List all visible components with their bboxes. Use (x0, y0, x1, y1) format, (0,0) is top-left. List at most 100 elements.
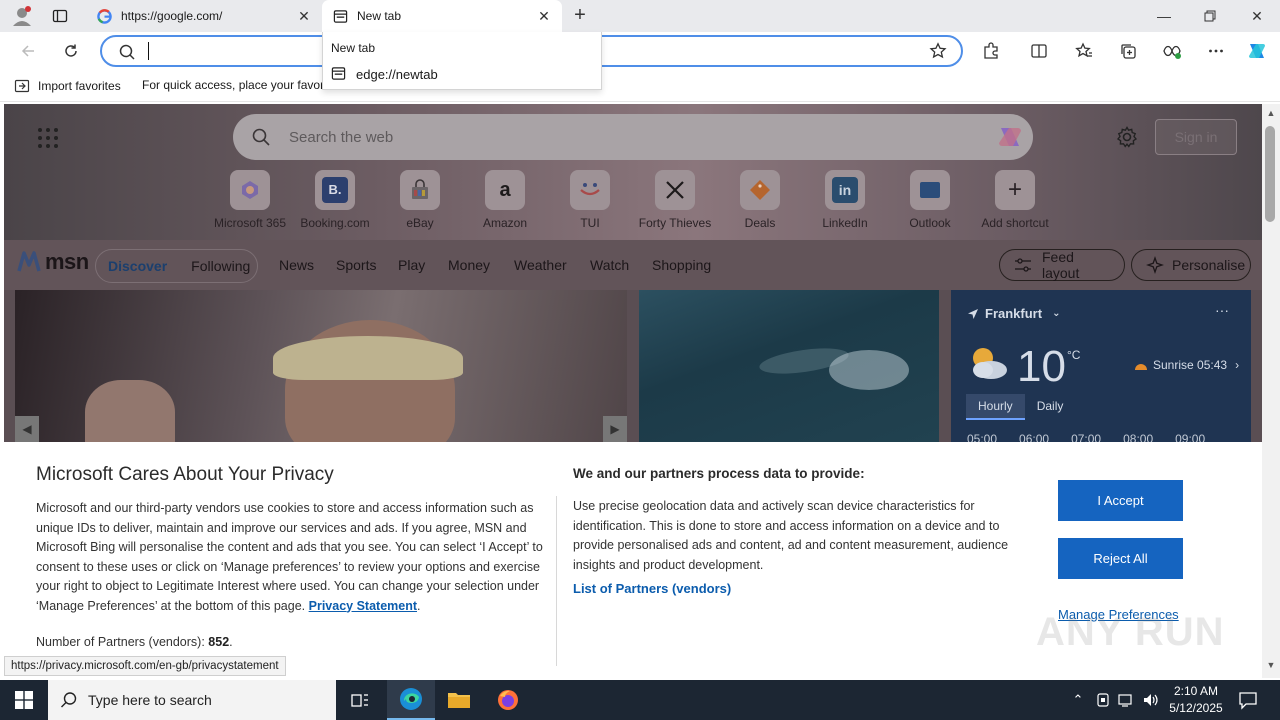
close-tab-icon[interactable]: ✕ (296, 8, 312, 24)
shortcut-booking[interactable]: B. Booking.com (295, 170, 375, 230)
taskbar-search-box[interactable]: Type here to search (48, 680, 336, 720)
close-tab-icon[interactable]: ✕ (536, 8, 552, 24)
msn-logo[interactable]: msn (16, 249, 89, 275)
partners-list-link[interactable]: List of Partners (vendors) (573, 581, 731, 596)
collections-icon[interactable] (1117, 40, 1139, 62)
shortcut-add[interactable]: + Add shortcut (975, 170, 1055, 230)
weather-card[interactable]: Frankfurt ⌄ ··· 10 °C Sunrise 05:43 › Ho… (951, 290, 1251, 442)
tab-google[interactable]: https://google.com/ ✕ (86, 0, 322, 32)
personalise-button[interactable]: Personalise (1131, 249, 1251, 281)
nav-news[interactable]: News (279, 257, 314, 273)
browser-essentials-icon[interactable] (1161, 40, 1183, 62)
network-icon[interactable] (1117, 690, 1137, 710)
profile-avatar-icon[interactable] (10, 4, 34, 28)
nav-weather[interactable]: Weather (514, 257, 567, 273)
scroll-thumb[interactable] (1265, 126, 1275, 222)
nav-shopping[interactable]: Shopping (652, 257, 711, 273)
scroll-up-icon[interactable]: ▲ (1265, 108, 1277, 120)
new-tab-page-icon (331, 66, 347, 82)
weather-location[interactable]: Frankfurt ⌄ (967, 306, 1060, 321)
card-image-hand (85, 380, 175, 442)
hourly-forecast: 05:00 06:00 07:00 08:00 09:00 (967, 432, 1206, 442)
search-icon (60, 691, 78, 709)
new-tab-button[interactable]: + (568, 4, 592, 28)
new-tab-page-icon (332, 8, 348, 24)
weather-tab-daily[interactable]: Daily (1025, 394, 1076, 420)
weather-tabs: Hourly Daily (966, 394, 1075, 420)
file-explorer-icon[interactable] (435, 680, 483, 720)
shortcut-forty-thieves[interactable]: Forty Thieves (635, 170, 715, 230)
windows-taskbar: Type here to search ⌃ 2:10 AM 5/12/2025 (0, 680, 1280, 720)
tab-actions-icon[interactable] (48, 4, 72, 28)
shortcut-deals[interactable]: Deals (720, 170, 800, 230)
privacy-statement-link[interactable]: Privacy Statement (309, 599, 417, 613)
extensions-puzzle-icon[interactable] (980, 40, 1002, 62)
favorites-star-icon[interactable] (1073, 40, 1095, 62)
app-launcher-grid-icon[interactable] (38, 128, 58, 148)
tray-overflow-chevron-icon[interactable]: ⌃ (1068, 690, 1088, 710)
more-options-icon[interactable]: ··· (1215, 302, 1229, 318)
firefox-icon[interactable] (484, 680, 532, 720)
task-view-icon[interactable] (336, 680, 384, 720)
page-scrollbar[interactable]: ▲ ▼ (1262, 104, 1280, 678)
tab-title: New tab (357, 9, 402, 23)
split-screen-icon[interactable] (1028, 40, 1050, 62)
import-icon (14, 78, 30, 94)
web-search-box[interactable] (233, 114, 1033, 160)
nav-watch[interactable]: Watch (590, 257, 629, 273)
tab-following[interactable]: Following (191, 258, 250, 274)
refresh-icon[interactable] (58, 38, 84, 64)
tray-device-icon[interactable] (1093, 690, 1113, 710)
msn-butterfly-icon (16, 249, 42, 275)
shortcut-linkedin[interactable]: in LinkedIn (805, 170, 885, 230)
windows-start-icon[interactable] (0, 680, 48, 720)
microsoft-365-icon (230, 170, 270, 210)
shortcut-outlook[interactable]: Outlook (890, 170, 970, 230)
sunrise-info[interactable]: Sunrise 05:43 › (1133, 358, 1239, 372)
tab-discover[interactable]: Discover (108, 258, 167, 274)
reject-all-button[interactable]: Reject All (1058, 538, 1183, 579)
web-search-input[interactable] (289, 127, 969, 147)
search-icon (118, 43, 136, 61)
copilot-icon[interactable] (1246, 40, 1268, 62)
feed-layout-button[interactable]: Feed layout (999, 249, 1125, 281)
scroll-down-icon[interactable]: ▼ (1265, 660, 1277, 672)
sign-in-button[interactable]: Sign in (1155, 119, 1237, 155)
volume-icon[interactable] (1141, 690, 1161, 710)
nav-money[interactable]: Money (448, 257, 490, 273)
shortcut-amazon[interactable]: a Amazon (465, 170, 545, 230)
close-window-icon[interactable]: ✕ (1234, 0, 1280, 32)
taskbar-clock[interactable]: 2:10 AM 5/12/2025 (1163, 683, 1229, 717)
copilot-icon[interactable] (995, 122, 1025, 152)
outlook-icon (910, 170, 950, 210)
import-favorites-button[interactable]: Import favorites (14, 78, 121, 94)
news-card-tennis[interactable]: ◀ ▶ (15, 290, 627, 442)
nav-play[interactable]: Play (398, 257, 425, 273)
restore-icon[interactable] (1187, 0, 1233, 32)
carousel-next-icon[interactable]: ▶ (603, 416, 627, 442)
tab-new-tab[interactable]: New tab ✕ (322, 0, 562, 32)
back-arrow-icon[interactable] (15, 38, 41, 64)
page-settings-gear-icon[interactable] (1115, 125, 1139, 149)
weather-tab-hourly[interactable]: Hourly (966, 394, 1025, 420)
search-icon (251, 127, 271, 147)
minimize-icon[interactable]: — (1141, 0, 1187, 32)
sparkle-icon (1146, 256, 1164, 274)
carousel-prev-icon[interactable]: ◀ (15, 416, 39, 442)
accept-button[interactable]: I Accept (1058, 480, 1183, 521)
suggestion-item[interactable]: edge://newtab (331, 66, 438, 82)
add-favorite-star-icon[interactable] (929, 42, 947, 60)
shortcut-ebay[interactable]: eBay (380, 170, 460, 230)
edge-taskbar-icon[interactable] (387, 680, 435, 720)
google-icon (96, 8, 112, 24)
nav-sports[interactable]: Sports (336, 257, 376, 273)
suggestion-url: edge://newtab (356, 66, 438, 82)
tui-icon (570, 170, 610, 210)
news-card-swimmer[interactable] (639, 290, 939, 442)
shortcut-microsoft-365[interactable]: Microsoft 365 (210, 170, 290, 230)
notifications-icon[interactable] (1238, 690, 1258, 710)
settings-more-icon[interactable] (1205, 40, 1227, 62)
shortcut-tui[interactable]: TUI (550, 170, 630, 230)
address-suggestions: New tab edge://newtab (322, 32, 602, 90)
partners-count: Number of Partners (vendors): 852. (36, 635, 233, 649)
